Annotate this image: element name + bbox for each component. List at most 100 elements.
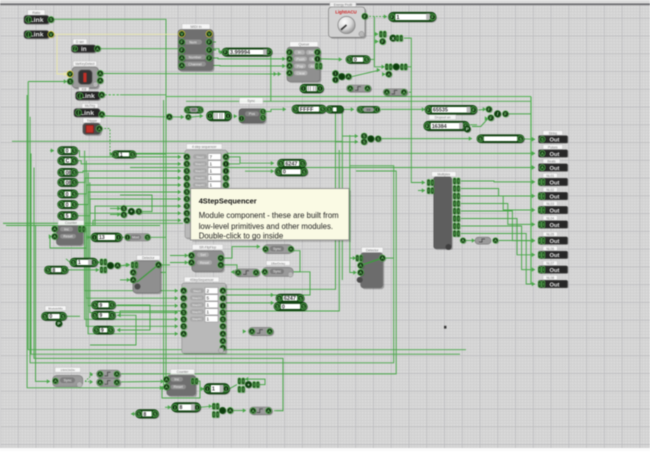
svg-text:0: 0 <box>66 202 69 208</box>
svg-text:S: S <box>73 170 76 175</box>
svg-text:S: S <box>363 134 366 139</box>
svg-text:Out: Out <box>550 166 560 172</box>
svg-text:1: 1 <box>207 310 210 315</box>
svg-text:Sync: Sync <box>64 379 72 383</box>
svg-text:S: S <box>541 137 544 142</box>
svg-text:Out: Out <box>550 152 560 158</box>
svg-text:Mod: Mod <box>132 236 139 240</box>
svg-text:F: F <box>316 50 319 55</box>
svg-text:S: S <box>185 176 188 181</box>
svg-text:S: S <box>185 190 188 195</box>
svg-text:S: S <box>302 304 305 309</box>
svg-text:9: 9 <box>99 303 102 309</box>
svg-text:V: V <box>50 32 53 37</box>
svg-text:Pulses: Pulses <box>548 145 558 149</box>
svg-text:S: S <box>479 136 482 141</box>
svg-text:Out: Out <box>550 138 560 144</box>
svg-text:S: S <box>377 136 380 141</box>
svg-text:S: S <box>303 169 306 174</box>
svg-text:S: S <box>109 328 112 333</box>
svg-text:I: I <box>127 235 128 240</box>
svg-text:9: 9 <box>99 313 102 319</box>
svg-text:F: F <box>431 15 434 20</box>
svg-text:F: F <box>504 112 507 117</box>
svg-text:0: 0 <box>66 149 69 155</box>
svg-text:NL03: NL03 <box>546 202 554 206</box>
svg-text:0: 0 <box>354 57 357 63</box>
svg-text:Beats: Beats <box>547 160 556 164</box>
svg-text:I: I <box>118 235 119 240</box>
svg-text:Queue: Queue <box>299 43 310 47</box>
svg-text:Step2C: Step2C <box>192 303 203 307</box>
svg-text:8: 8 <box>52 268 55 274</box>
svg-text:F: F <box>288 50 291 55</box>
svg-text:1: 1 <box>396 15 399 21</box>
svg-text:MuTrig: MuTrig <box>85 104 95 108</box>
svg-text:S: S <box>63 268 66 273</box>
svg-text:Pop: Pop <box>297 64 303 68</box>
svg-text:I: I <box>222 303 223 308</box>
svg-text:S: S <box>301 161 304 166</box>
svg-text:Dropout un: Dropout un <box>435 116 451 120</box>
svg-text:S: S <box>182 303 185 308</box>
svg-text:1BarDelay: 1BarDelay <box>271 261 286 265</box>
svg-text:S: S <box>224 176 227 181</box>
svg-text:Step3C: Step3C <box>195 176 206 180</box>
svg-text:S: S <box>182 317 185 322</box>
svg-text:V: V <box>180 32 183 37</box>
svg-text:S: S <box>363 139 366 144</box>
svg-text:P: P <box>57 321 60 326</box>
svg-text:Trigger: Trigger <box>87 119 98 123</box>
svg-text:Inc: Inc <box>64 227 69 231</box>
svg-text:I: I <box>196 405 197 410</box>
svg-text:S: S <box>50 17 53 22</box>
svg-text:S: S <box>146 235 149 240</box>
svg-text:F: F <box>488 107 491 112</box>
svg-text:Set: Set <box>200 253 205 257</box>
svg-text:Ele: Ele <box>309 51 314 55</box>
svg-text:D ser: D ser <box>76 40 85 44</box>
svg-text:S: S <box>60 213 63 218</box>
svg-text:I: I <box>225 169 226 174</box>
svg-text:S: S <box>182 324 185 329</box>
svg-text:n: n <box>290 247 293 252</box>
svg-text:Sync: Sync <box>247 99 255 103</box>
svg-text:String: String <box>549 131 558 135</box>
svg-text:All: All <box>310 64 314 68</box>
svg-text:S: S <box>185 211 188 216</box>
svg-text:Step3C: Step3C <box>192 310 203 314</box>
svg-text:I: I <box>222 296 223 301</box>
svg-text:3.99994: 3.99994 <box>230 50 251 56</box>
svg-text:1: 1 <box>78 260 81 266</box>
svg-text:S: S <box>60 192 63 197</box>
svg-text:Step1: Step1 <box>193 289 201 293</box>
svg-text:I: I <box>317 57 318 62</box>
svg-text:ModuloMix: ModuloMix <box>48 307 63 311</box>
svg-text:S: S <box>359 107 362 112</box>
svg-text:0: 0 <box>49 314 52 320</box>
svg-text:NL04: NL04 <box>546 216 554 220</box>
svg-text:S: S <box>69 79 72 84</box>
svg-text:Out: Out <box>550 208 560 214</box>
svg-text:S: S <box>122 212 125 217</box>
svg-text:Reset: Reset <box>174 385 183 389</box>
svg-text:Step1C: Step1C <box>195 162 206 166</box>
svg-text:Out: Out <box>550 253 560 259</box>
svg-text:in: in <box>81 46 87 53</box>
svg-text:5: 5 <box>207 295 210 300</box>
svg-text:F: F <box>224 50 227 55</box>
svg-text:S: S <box>365 57 368 62</box>
svg-text:S: S <box>279 161 282 166</box>
svg-text:Channel: Channel <box>188 62 202 66</box>
svg-text:n: n <box>182 296 185 301</box>
svg-text:4StepSequencer: 4StepSequencer <box>199 196 257 205</box>
svg-text:NL01: NL01 <box>546 174 554 178</box>
svg-text:FFFF: FFFF <box>300 107 314 113</box>
svg-text:Step1C: Step1C <box>192 296 203 300</box>
svg-text:C: C <box>66 159 70 165</box>
svg-text:Int: Int <box>192 108 196 112</box>
svg-text:1: 1 <box>210 176 213 181</box>
svg-text:NL02: NL02 <box>546 188 554 192</box>
svg-text:S: S <box>328 107 331 112</box>
svg-text:Ratio: Ratio <box>32 11 40 15</box>
